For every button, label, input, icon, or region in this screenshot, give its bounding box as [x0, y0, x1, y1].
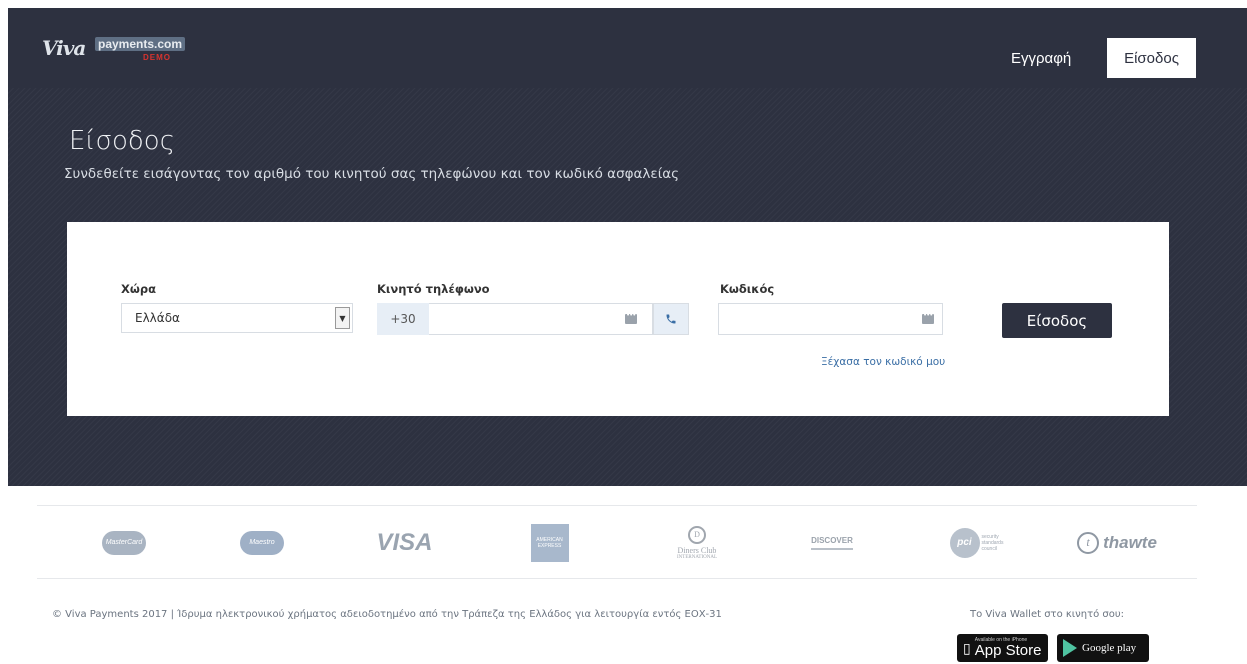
- nav-login-button[interactable]: Είσοδος: [1107, 38, 1196, 78]
- country-select-value: Ελλάδα: [135, 311, 180, 325]
- country-select[interactable]: Ελλάδα ▼: [121, 303, 353, 333]
- google-play-badge[interactable]: Google play: [1057, 634, 1149, 662]
- payment-logos-row: MasterCard Maestro VISA AMERICAN EXPRESS…: [37, 515, 1197, 570]
- wallet-app-label: Το Viva Wallet στο κινητό σου:: [970, 609, 1124, 620]
- pci-subtext: security standards council: [981, 533, 1004, 552]
- page-title: Είσοδος: [69, 126, 175, 156]
- visa-logo: VISA: [367, 515, 442, 570]
- apple-device-icon: ▯: [963, 639, 971, 656]
- nav-register-link[interactable]: Εγγραφή: [1011, 50, 1071, 67]
- password-input[interactable]: [718, 303, 943, 335]
- logo-demo-badge: DEMO: [143, 53, 171, 62]
- pci-logo: pci security standards council: [942, 515, 1017, 570]
- forgot-password-link[interactable]: Ξέχασα τον κωδικό μου: [821, 356, 945, 368]
- app-store-badge[interactable]: ▯ Available on the iPhone App Store: [957, 634, 1048, 662]
- diners-logo-text: Diners Club: [677, 545, 717, 555]
- amex-logo-text: AMERICAN EXPRESS: [530, 523, 569, 562]
- pci-mark: pci: [949, 527, 980, 558]
- page-subtitle: Συνδεθείτε εισάγοντας τον αριθμό του κιν…: [64, 166, 680, 182]
- amex-logo: AMERICAN EXPRESS: [527, 515, 572, 570]
- footer-copyright: © Viva Payments 2017 | Ίδρυμα ηλεκτρονικ…: [52, 609, 722, 620]
- app-store-text: App Store: [974, 642, 1042, 659]
- phone-label: Κινητό τηλέφωνο: [377, 282, 490, 296]
- visa-logo-text: VISA: [376, 528, 433, 556]
- mastercard-logo: MasterCard: [99, 515, 149, 570]
- diners-logo-subtext: INTERNATIONAL: [677, 554, 717, 560]
- keyboard-icon[interactable]: [922, 311, 934, 324]
- logo-payments: payments.com: [95, 37, 186, 51]
- keyboard-icon[interactable]: [625, 311, 637, 324]
- divider: [37, 578, 1197, 579]
- phone-field-group: +30: [377, 303, 689, 335]
- mastercard-logo-text: MasterCard: [102, 530, 146, 555]
- divider: [37, 505, 1197, 506]
- discover-logo: DISCOVER: [802, 515, 862, 570]
- logo-mark: Viva: [42, 36, 86, 60]
- phone-call-button[interactable]: [653, 303, 689, 335]
- viva-payments-logo[interactable]: Viva payments.com DEMO: [42, 34, 186, 64]
- phone-prefix: +30: [377, 303, 429, 335]
- maestro-logo-text: Maestro: [240, 530, 284, 555]
- maestro-logo: Maestro: [237, 515, 287, 570]
- google-play-icon: [1063, 639, 1077, 657]
- thawte-logo: t thawte: [1062, 515, 1172, 570]
- thawte-mark: t: [1077, 531, 1100, 554]
- diners-mark: D: [688, 525, 706, 544]
- login-submit-button[interactable]: Είσοδος: [1002, 303, 1112, 338]
- discover-logo-text: DISCOVER: [811, 536, 853, 550]
- password-label: Κωδικός: [720, 282, 775, 296]
- country-label: Χώρα: [121, 282, 156, 296]
- phone-input[interactable]: [429, 303, 653, 335]
- phone-icon: [666, 314, 676, 324]
- top-navbar: Viva payments.com DEMO Εγγραφή Είσοδος: [8, 8, 1247, 88]
- google-play-text: Google play: [1082, 642, 1137, 654]
- diners-club-logo: D Diners Club INTERNATIONAL: [657, 515, 737, 570]
- thawte-logo-text: thawte: [1103, 532, 1157, 552]
- dropdown-arrow-icon[interactable]: ▼: [335, 307, 350, 329]
- login-form-card: Χώρα Ελλάδα ▼ Κινητό τηλέφωνο +30 Κωδικό…: [67, 222, 1169, 416]
